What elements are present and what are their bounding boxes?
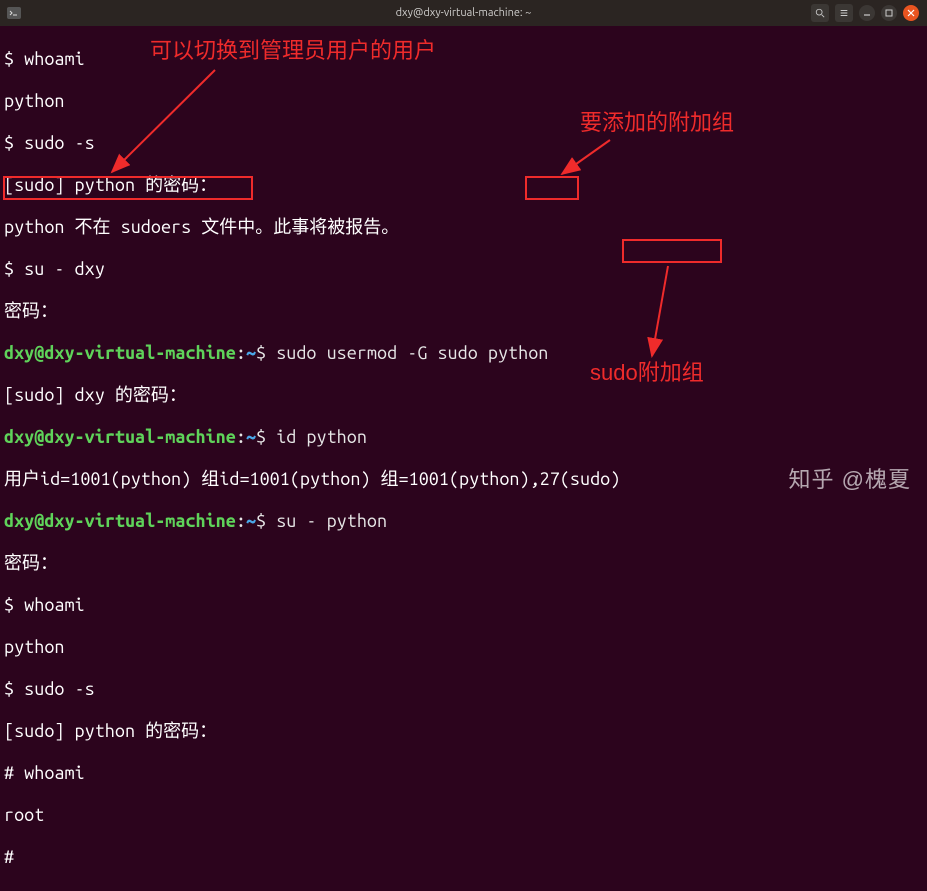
terminal-line: [sudo] dxy 的密码： xyxy=(4,385,923,406)
terminal-line: dxy@dxy-virtual-machine:~$ su - python xyxy=(4,511,923,532)
terminal-line: # whoami xyxy=(4,763,923,784)
terminal-line: python xyxy=(4,91,923,112)
terminal-line: 用户id=1001(python) 组id=1001(python) 组=100… xyxy=(4,469,923,490)
terminal-line: # xyxy=(4,847,923,868)
terminal-line: $ sudo -s xyxy=(4,133,923,154)
close-button[interactable] xyxy=(903,5,919,21)
terminal-line: python xyxy=(4,637,923,658)
prompt-sep: : xyxy=(236,343,246,363)
terminal-line: $ sudo -s xyxy=(4,679,923,700)
window-title: dxy@dxy-virtual-machine: ~ xyxy=(0,3,927,24)
terminal-line: $ su - dxy xyxy=(4,259,923,280)
prompt-user: dxy@dxy-virtual-machine xyxy=(4,427,236,447)
prompt-sep: : xyxy=(236,511,246,531)
terminal-line: 密码： xyxy=(4,553,923,574)
watermark-text: 知乎 @槐夏 xyxy=(789,469,911,490)
prompt-user: dxy@dxy-virtual-machine xyxy=(4,511,236,531)
terminal-line: [sudo] python 的密码： xyxy=(4,721,923,742)
command-text: $ id python xyxy=(256,427,367,447)
prompt-path: ~ xyxy=(246,427,256,447)
terminal-line: root xyxy=(4,805,923,826)
terminal-line: $ whoami xyxy=(4,595,923,616)
terminal-app-icon xyxy=(6,5,22,21)
maximize-button[interactable] xyxy=(881,5,897,21)
terminal-line: [sudo] python 的密码： xyxy=(4,175,923,196)
terminal-line: dxy@dxy-virtual-machine:~$ sudo usermod … xyxy=(4,343,923,364)
terminal-body[interactable]: $ whoami python $ sudo -s [sudo] python … xyxy=(0,26,927,891)
window-titlebar: dxy@dxy-virtual-machine: ~ xyxy=(0,0,927,26)
terminal-line: $ whoami xyxy=(4,49,923,70)
command-text: $ su - python xyxy=(256,511,387,531)
prompt-sep: : xyxy=(236,427,246,447)
prompt-user: dxy@dxy-virtual-machine xyxy=(4,343,236,363)
terminal-line: dxy@dxy-virtual-machine:~$ id python xyxy=(4,427,923,448)
minimize-button[interactable] xyxy=(859,5,875,21)
search-icon[interactable] xyxy=(811,4,829,22)
terminal-line: 密码： xyxy=(4,301,923,322)
prompt-path: ~ xyxy=(246,511,256,531)
terminal-line: python 不在 sudoers 文件中。此事将被报告。 xyxy=(4,217,923,238)
menu-icon[interactable] xyxy=(835,4,853,22)
command-text: $ sudo usermod -G sudo python xyxy=(256,343,548,363)
prompt-path: ~ xyxy=(246,343,256,363)
